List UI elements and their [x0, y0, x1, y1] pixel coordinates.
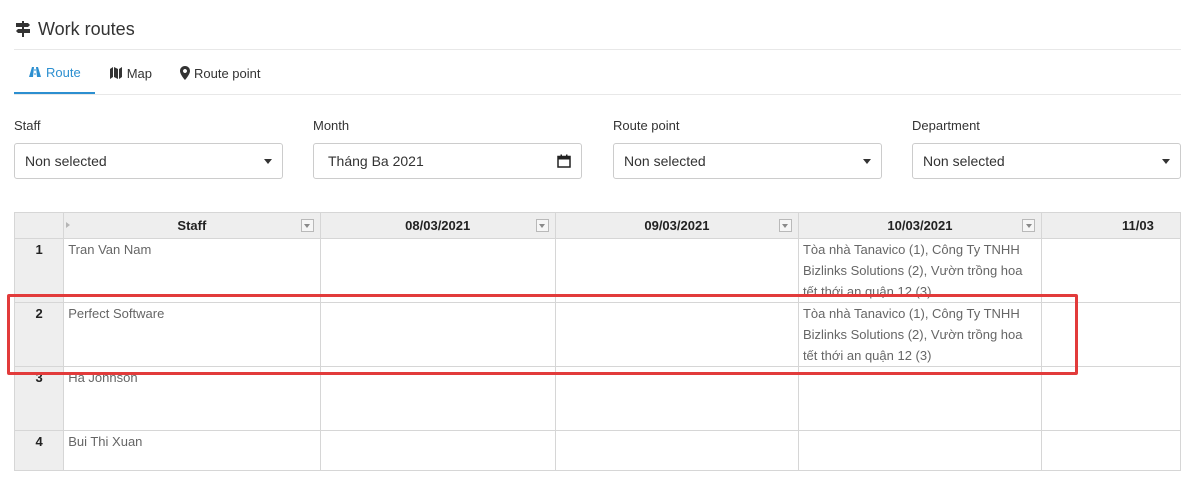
tab-route-point-label: Route point [194, 65, 261, 81]
table-header-row: Staff 08/03/2021 09/03/2021 10/03/2021 1… [15, 212, 1181, 239]
route-cell[interactable] [1041, 366, 1181, 431]
route-cell[interactable] [320, 302, 556, 367]
table-row[interactable]: 4 Bui Thi Xuan [15, 430, 1181, 470]
route-point-select[interactable]: Non selected [613, 143, 882, 179]
route-cell[interactable] [555, 302, 799, 367]
route-cell[interactable]: Tòa nhà Tanavico (1), Công Ty TNHH Bizli… [798, 302, 1043, 367]
table-row[interactable]: 1 Tran Van Nam Tòa nhà Tanavico (1), Côn… [15, 238, 1181, 303]
road-icon [28, 65, 42, 79]
chevron-down-icon [1162, 158, 1170, 164]
row-number-header [15, 212, 65, 239]
signpost-icon [14, 20, 32, 38]
route-cell[interactable] [798, 366, 1043, 431]
filter-bar: Staff Non selected Month Tháng Ba 2021 R… [14, 118, 1181, 180]
route-cell[interactable] [555, 430, 799, 470]
month-filter-label: Month [313, 118, 350, 133]
column-filter-icon[interactable] [300, 219, 314, 232]
route-cell[interactable] [1041, 238, 1181, 303]
staff-cell[interactable]: Bui Thi Xuan [63, 430, 321, 470]
route-cell[interactable] [555, 238, 799, 303]
department-select[interactable]: Non selected [912, 143, 1181, 179]
column-header-date[interactable]: 10/03/2021 [798, 212, 1043, 239]
tab-route[interactable]: Route [14, 52, 95, 94]
column-filter-icon[interactable] [778, 219, 792, 232]
tab-bar: Route Map Route point [14, 52, 1181, 95]
staff-filter: Staff Non selected [14, 118, 283, 179]
route-cell[interactable] [320, 366, 556, 431]
column-header-date[interactable]: 11/03 [1041, 212, 1181, 239]
routes-table: Staff 08/03/2021 09/03/2021 10/03/2021 1… [15, 212, 1181, 470]
route-cell-text: Tòa nhà Tanavico (1), Công Ty TNHH Bizli… [802, 306, 1023, 363]
table-row[interactable]: 2 Perfect Software Tòa nhà Tanavico (1),… [15, 302, 1181, 367]
row-number: 3 [15, 366, 65, 431]
column-header-date[interactable]: 08/03/2021 [320, 212, 556, 239]
route-cell-text: Tòa nhà Tanavico (1), Công Ty TNHH Bizli… [802, 242, 1023, 299]
route-cell[interactable] [320, 238, 556, 303]
row-number: 4 [15, 430, 65, 470]
staff-select[interactable]: Non selected [14, 143, 283, 179]
route-cell[interactable] [798, 430, 1043, 470]
tab-map[interactable]: Map [95, 52, 166, 94]
column-header-staff[interactable]: Staff [63, 212, 321, 239]
department-filter-label: Department [912, 118, 980, 133]
page-title: Work routes [38, 18, 135, 39]
department-select-value: Non selected [923, 153, 1005, 169]
staff-cell[interactable]: Ha Johnson [63, 366, 321, 431]
month-input-value: Tháng Ba 2021 [328, 153, 424, 169]
month-filter: Month Tháng Ba 2021 [313, 118, 582, 179]
route-point-filter: Route point Non selected [613, 118, 882, 179]
staff-cell[interactable]: Perfect Software [63, 302, 321, 367]
route-cell[interactable] [320, 430, 556, 470]
route-cell[interactable] [1041, 430, 1181, 470]
page-title-wrap: Work routes [14, 14, 135, 44]
department-filter: Department Non selected [912, 118, 1181, 179]
column-filter-icon[interactable] [535, 219, 549, 232]
page-header: Work routes [14, 14, 1181, 50]
month-input[interactable]: Tháng Ba 2021 [313, 143, 582, 179]
chevron-down-icon [863, 158, 871, 164]
table-row[interactable]: 3 Ha Johnson [15, 366, 1181, 431]
routes-grid[interactable]: Staff 08/03/2021 09/03/2021 10/03/2021 1… [14, 212, 1181, 471]
calendar-icon[interactable] [557, 154, 571, 168]
route-cell[interactable] [555, 366, 799, 431]
map-icon [109, 66, 123, 80]
tab-route-label: Route [46, 64, 81, 80]
staff-cell[interactable]: Tran Van Nam [63, 238, 321, 303]
sort-icon [66, 222, 71, 228]
map-marker-icon [180, 66, 190, 80]
route-point-filter-label: Route point [613, 118, 680, 133]
staff-filter-label: Staff [14, 118, 41, 133]
tab-route-point[interactable]: Route point [166, 52, 275, 94]
route-cell[interactable] [1041, 302, 1181, 367]
tab-map-label: Map [126, 65, 152, 81]
row-number: 2 [15, 302, 65, 367]
column-header-date[interactable]: 09/03/2021 [555, 212, 799, 239]
column-filter-icon[interactable] [1022, 219, 1035, 232]
staff-select-value: Non selected [25, 153, 107, 169]
route-cell[interactable]: Tòa nhà Tanavico (1), Công Ty TNHH Bizli… [798, 238, 1043, 303]
chevron-down-icon [264, 158, 272, 164]
route-point-select-value: Non selected [624, 153, 706, 169]
row-number: 1 [15, 238, 65, 303]
